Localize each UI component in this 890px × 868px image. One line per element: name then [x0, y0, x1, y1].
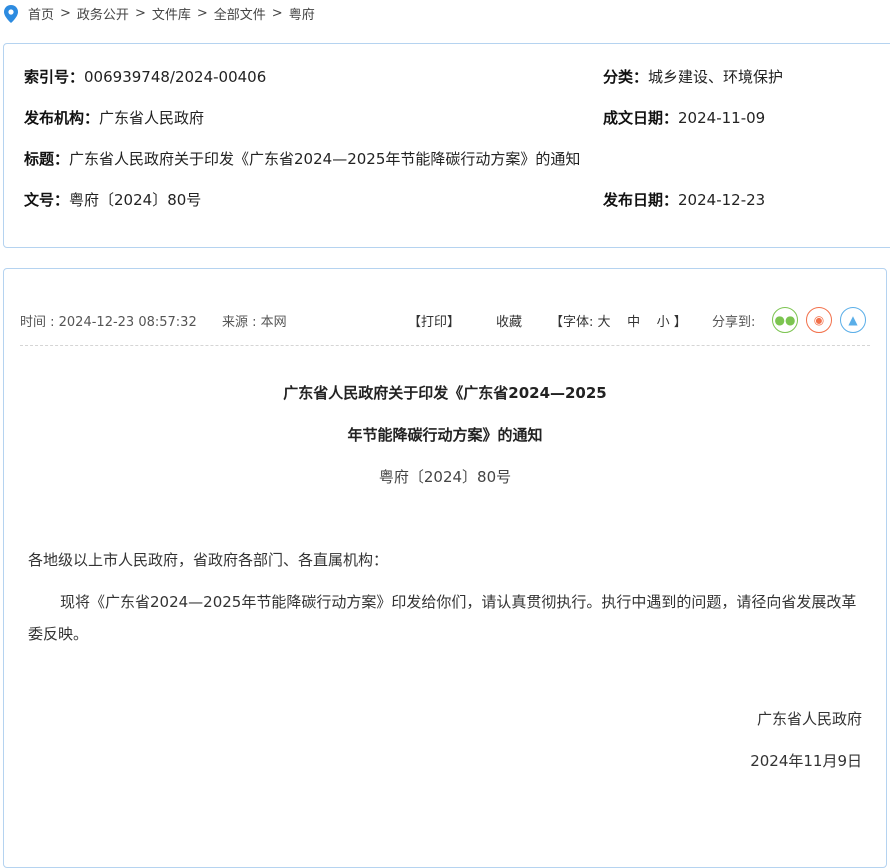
category: 分类：城乡建设、环境保护 — [603, 66, 783, 87]
font-small-button[interactable]: 小 — [657, 315, 670, 330]
label: 文号： — [24, 191, 70, 209]
doc-title: 标题：广东省人民政府关于印发《广东省2024—2025年节能降碳行动方案》的通知 — [24, 148, 580, 169]
body-paragraph: 现将《广东省2024—2025年节能降碳行动方案》印发给你们，请认真贯彻执行。执… — [28, 593, 857, 643]
label: 分类： — [603, 68, 649, 86]
label: 标题： — [24, 150, 70, 168]
document-info-panel: 索引号：006939748/2024-00406 分类：城乡建设、环境保护 发布… — [3, 43, 890, 248]
print-button[interactable]: 【打印】 — [408, 311, 460, 330]
label: 发布机构： — [24, 109, 100, 127]
favorite-button[interactable]: 收藏 — [496, 311, 522, 330]
value: 2024-12-23 — [678, 191, 766, 209]
index-number: 索引号：006939748/2024-00406 — [24, 66, 266, 87]
article-panel: 时间 : 2024-12-23 08:57:32 来源 : 本网 【打印】 收藏… — [3, 268, 887, 868]
value: 粤府〔2024〕80号 — [69, 191, 202, 209]
source: 来源 : 本网 — [222, 315, 287, 330]
article-title-line2: 年节能降碳行动方案》的通知 — [347, 426, 543, 444]
breadcrumb-separator: > — [134, 6, 146, 21]
value: 广东省人民政府 — [99, 109, 205, 127]
font-size-label: 【字体: — [550, 315, 594, 330]
article-doc-number: 粤府〔2024〕80号 — [378, 468, 512, 486]
value: 006939748/2024-00406 — [84, 68, 267, 86]
value: 2024-11-09 — [678, 109, 766, 127]
signature: 广东省人民政府 — [756, 710, 862, 728]
breadcrumb: 首页 > 政务公开 > 文件库 > 全部文件 > 粤府 — [4, 4, 315, 23]
font-size-control: 【字体: 大 中 小 】 — [550, 311, 687, 330]
label: 成文日期： — [603, 109, 679, 127]
publish-time: 时间 : 2024-12-23 08:57:32 — [20, 315, 197, 330]
breadcrumb-home[interactable]: 首页 — [28, 4, 54, 23]
weibo-share-icon[interactable]: ◉ — [806, 307, 832, 333]
breadcrumb-separator: > — [196, 6, 208, 21]
bracket: 】 — [673, 315, 687, 330]
breadcrumb-current[interactable]: 粤府 — [289, 4, 315, 23]
font-medium-button[interactable]: 中 — [627, 315, 640, 330]
value: 城乡建设、环境保护 — [648, 68, 784, 86]
doc-number: 文号：粤府〔2024〕80号 — [24, 189, 201, 210]
breadcrumb-all-files[interactable]: 全部文件 — [214, 4, 266, 23]
divider — [20, 345, 870, 346]
font-large-button[interactable]: 大 — [598, 315, 611, 330]
article-title-line1: 广东省人民政府关于印发《广东省2024—2025 — [283, 384, 607, 402]
label: 索引号： — [24, 68, 85, 86]
breadcrumb-separator: > — [60, 6, 71, 21]
breadcrumb-separator: > — [271, 6, 283, 21]
publisher: 发布机构：广东省人民政府 — [24, 107, 204, 128]
breadcrumb-gov-affairs[interactable]: 政务公开 — [77, 4, 129, 23]
location-pin-icon — [4, 4, 18, 23]
written-date: 成文日期：2024-11-09 — [603, 107, 765, 128]
signature-date: 2024年11月9日 — [750, 752, 862, 770]
salutation: 各地级以上市人民政府，省政府各部门、各直属机构： — [28, 551, 389, 569]
label: 发布日期： — [603, 191, 679, 209]
publish-date: 发布日期：2024-12-23 — [603, 189, 765, 210]
breadcrumb-library[interactable]: 文件库 — [152, 4, 191, 23]
wechat-share-icon[interactable]: ●● — [772, 307, 798, 333]
share-label: 分享到: — [712, 315, 756, 330]
qq-share-icon[interactable]: ▲ — [840, 307, 866, 333]
value: 广东省人民政府关于印发《广东省2024—2025年节能降碳行动方案》的通知 — [69, 150, 581, 168]
